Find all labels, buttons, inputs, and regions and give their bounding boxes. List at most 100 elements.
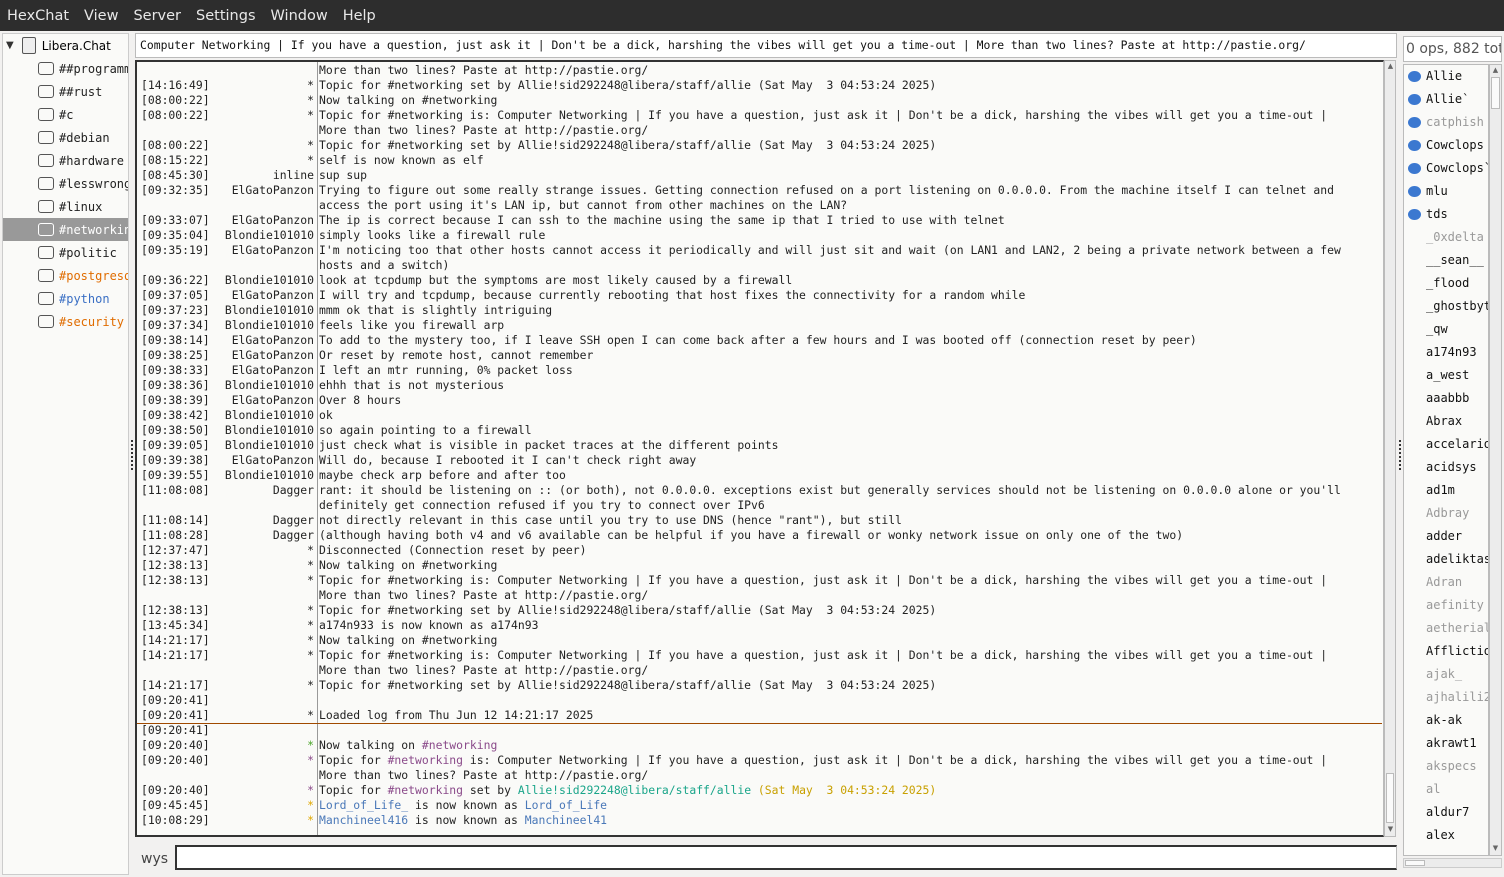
scroll-down-icon[interactable]: ▼ xyxy=(1491,844,1500,854)
topic-field[interactable]: Computer Networking | If you have a ques… xyxy=(135,33,1397,58)
user-item[interactable]: mlu xyxy=(1404,180,1488,203)
user-item[interactable]: a174n93 xyxy=(1404,341,1488,364)
nick[interactable]: Blondie101010 xyxy=(225,468,314,483)
userlist-resize-handle[interactable] xyxy=(1399,440,1402,470)
user-item[interactable]: aaabbb xyxy=(1404,387,1488,410)
message-input[interactable] xyxy=(175,845,1397,870)
nick[interactable]: * xyxy=(307,648,314,663)
nick[interactable]: * xyxy=(307,633,314,648)
nick[interactable]: ElGatoPanzon xyxy=(232,333,314,348)
user-item[interactable]: accelarion xyxy=(1404,433,1488,456)
nick-button[interactable]: wys xyxy=(141,851,168,867)
scroll-down-icon[interactable]: ▼ xyxy=(1386,825,1395,835)
nick[interactable]: Blondie101010 xyxy=(225,378,314,393)
user-item[interactable]: ad1m xyxy=(1404,479,1488,502)
scroll-up-icon[interactable]: ▲ xyxy=(1386,62,1395,72)
user-item[interactable]: catphish xyxy=(1404,111,1488,134)
menu-hexchat[interactable]: HexChat xyxy=(7,8,69,24)
nick[interactable]: * xyxy=(307,783,314,798)
user-item[interactable]: alex xyxy=(1404,824,1488,847)
menu-server[interactable]: Server xyxy=(133,8,181,24)
scrollbar-thumb[interactable] xyxy=(1405,860,1425,866)
user-item[interactable]: Cowclops` xyxy=(1404,157,1488,180)
nick[interactable]: Blondie101010 xyxy=(225,318,314,333)
nick[interactable]: ElGatoPanzon xyxy=(232,243,314,258)
menu-window[interactable]: Window xyxy=(271,8,328,24)
menu-settings[interactable]: Settings xyxy=(196,8,255,24)
userlist-scrollbar[interactable]: ▲ ▼ xyxy=(1489,64,1502,856)
nick[interactable]: * xyxy=(307,753,314,768)
channel-item[interactable]: #lesswrong xyxy=(3,172,128,195)
user-item[interactable]: Allie xyxy=(1404,65,1488,88)
nick[interactable]: * xyxy=(307,78,314,93)
channel-item[interactable]: ##rust xyxy=(3,80,128,103)
userlist-hscrollbar[interactable] xyxy=(1403,858,1502,868)
user-item[interactable]: _flood xyxy=(1404,272,1488,295)
nick[interactable]: ElGatoPanzon xyxy=(232,453,314,468)
nick[interactable]: Blondie101010 xyxy=(225,423,314,438)
nick[interactable]: inline xyxy=(273,168,314,183)
user-item[interactable]: ajhalili2 xyxy=(1404,686,1488,709)
user-item[interactable]: al xyxy=(1404,778,1488,801)
user-item[interactable]: Allie` xyxy=(1404,88,1488,111)
user-item[interactable]: acidsys xyxy=(1404,456,1488,479)
channel-item[interactable]: #hardware xyxy=(3,149,128,172)
user-item[interactable]: __sean__ xyxy=(1404,249,1488,272)
nick[interactable]: * xyxy=(307,813,314,828)
user-item[interactable]: a_west xyxy=(1404,364,1488,387)
user-item[interactable]: _qw xyxy=(1404,318,1488,341)
nick[interactable]: ElGatoPanzon xyxy=(232,183,314,198)
user-item[interactable]: adeliktas xyxy=(1404,548,1488,571)
server-item-libera[interactable]: ▼ Libera.Chat xyxy=(3,34,128,57)
user-list[interactable]: Allie Allie` catphish Cowclops Cowclops` mlu t… xyxy=(1403,64,1489,856)
nick[interactable]: * xyxy=(307,153,314,168)
channel-item[interactable]: #security xyxy=(3,310,128,333)
user-item[interactable]: akspecs xyxy=(1404,755,1488,778)
channel-item[interactable]: #networking xyxy=(3,218,128,241)
user-item[interactable]: aetherial xyxy=(1404,617,1488,640)
nick[interactable]: * xyxy=(307,93,314,108)
channel-item[interactable]: #postgresql xyxy=(3,264,128,287)
menu-help[interactable]: Help xyxy=(343,8,376,24)
user-item[interactable]: Affliction xyxy=(1404,640,1488,663)
channel-item[interactable]: #debian xyxy=(3,126,128,149)
user-item[interactable]: Abrax xyxy=(1404,410,1488,433)
nick[interactable]: ElGatoPanzon xyxy=(232,213,314,228)
menu-view[interactable]: View xyxy=(84,8,118,24)
channel-item[interactable]: ##programming xyxy=(3,57,128,80)
nick[interactable]: * xyxy=(307,138,314,153)
nick[interactable]: * xyxy=(307,573,314,588)
user-item[interactable]: ajak_ xyxy=(1404,663,1488,686)
nick[interactable]: Blondie101010 xyxy=(225,438,314,453)
nick[interactable]: Dagger xyxy=(273,528,314,543)
user-item[interactable]: adder xyxy=(1404,525,1488,548)
channel-item[interactable]: #python xyxy=(3,287,128,310)
scrollbar-thumb[interactable] xyxy=(1386,773,1394,823)
nick[interactable]: Blondie101010 xyxy=(225,303,314,318)
scroll-up-icon[interactable]: ▲ xyxy=(1491,66,1500,76)
user-item[interactable]: _ghostbyte xyxy=(1404,295,1488,318)
scrollbar-thumb[interactable] xyxy=(1491,77,1500,109)
nick[interactable]: Blondie101010 xyxy=(225,273,314,288)
nick[interactable]: ElGatoPanzon xyxy=(232,288,314,303)
channel-item[interactable]: #linux xyxy=(3,195,128,218)
nick[interactable]: Dagger xyxy=(273,513,314,528)
nick[interactable]: * xyxy=(307,738,314,753)
nick[interactable]: * xyxy=(307,543,314,558)
nick[interactable]: * xyxy=(307,603,314,618)
user-item[interactable]: _0xdelta xyxy=(1404,226,1488,249)
user-item[interactable]: tds xyxy=(1404,203,1488,226)
nick[interactable]: * xyxy=(307,798,314,813)
nick[interactable]: Blondie101010 xyxy=(225,408,314,423)
nick[interactable]: Dagger xyxy=(273,483,314,498)
user-item[interactable]: Adran xyxy=(1404,571,1488,594)
collapse-arrow-icon[interactable]: ▼ xyxy=(6,40,14,51)
user-item[interactable]: Cowclops xyxy=(1404,134,1488,157)
pane-resize-handle[interactable] xyxy=(131,440,134,470)
channel-item[interactable]: #c xyxy=(3,103,128,126)
nick[interactable]: ElGatoPanzon xyxy=(232,393,314,408)
channel-item[interactable]: #politic xyxy=(3,241,128,264)
nick[interactable]: ElGatoPanzon xyxy=(232,348,314,363)
user-item[interactable]: akrawt1 xyxy=(1404,732,1488,755)
user-item[interactable]: aldur7 xyxy=(1404,801,1488,824)
